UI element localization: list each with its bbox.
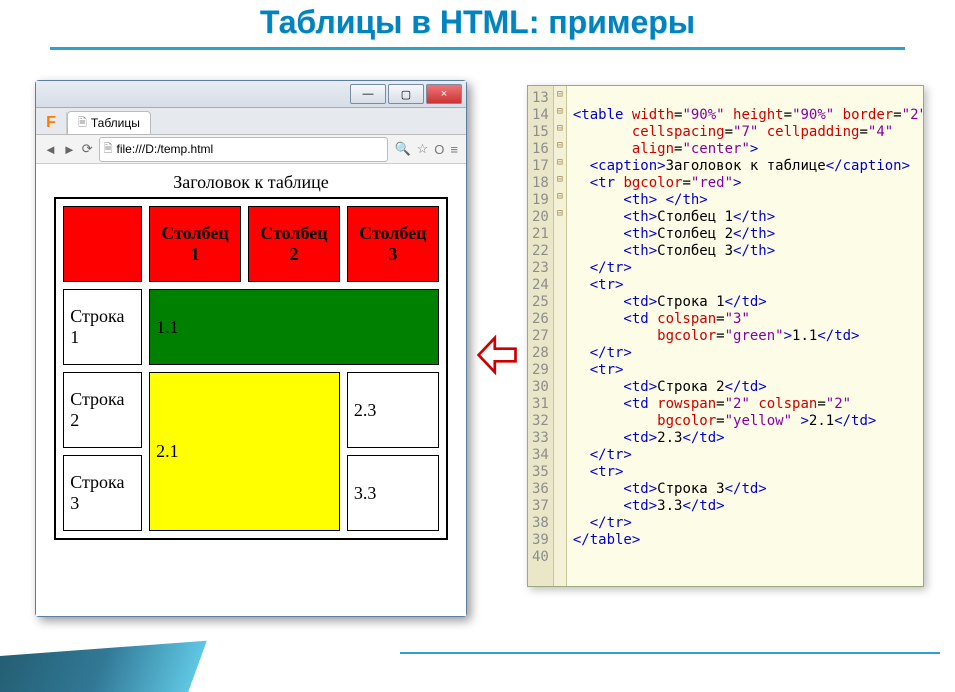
divider	[50, 47, 905, 50]
cell-2-1: 2.1	[149, 372, 340, 531]
header-col2: Столбец 2	[248, 206, 340, 282]
footer-divider	[400, 652, 940, 654]
code-editor: 1314151617181920212223242526272829303132…	[527, 85, 924, 587]
demo-table: Столбец 1 Столбец 2 Столбец 3 Строка 1 1…	[54, 197, 448, 540]
table-row: Строка 2 2.1 2.3	[63, 372, 439, 448]
slide-decoration	[0, 632, 360, 692]
slide-title: Таблицы в HTML: примеры	[0, 0, 955, 41]
header-col3: Столбец 3	[347, 206, 439, 282]
cell-3-3: 3.3	[347, 455, 439, 531]
browser-tabstrip: F 🗎 Таблицы	[36, 108, 466, 135]
row2-label: Строка 2	[63, 372, 142, 448]
browser-tab[interactable]: 🗎 Таблицы	[67, 111, 151, 134]
address-bar: ◄ ► ⟳ 🗎 file:///D:/temp.html 🔍 ☆ O ≡	[36, 135, 466, 164]
code-body: <table width="90%" height="90%" border="…	[567, 86, 923, 586]
fold-column: ⊟⊟⊟⊟⊟⊟⊟⊟	[554, 86, 567, 586]
cell-1-1: 1.1	[149, 289, 439, 365]
table-row: Строка 1 1.1	[63, 289, 439, 365]
file-icon: 🗎	[78, 114, 87, 133]
close-button[interactable]: ×	[426, 84, 462, 104]
line-gutter: 1314151617181920212223242526272829303132…	[528, 86, 554, 586]
url-input[interactable]: 🗎 file:///D:/temp.html	[99, 137, 389, 162]
window-titlebar: — ▢ ×	[36, 81, 466, 108]
menu-icon[interactable]: ≡	[450, 142, 458, 157]
browser-window: — ▢ × F 🗎 Таблицы ◄ ► ⟳ 🗎 file:///D:/tem…	[35, 80, 467, 617]
search-icon[interactable]: 🔍	[394, 141, 410, 157]
header-col1: Столбец 1	[149, 206, 241, 282]
header-empty	[63, 206, 142, 282]
minimize-button[interactable]: —	[350, 84, 386, 104]
rendered-page: Заголовок к таблице Столбец 1 Столбец 2 …	[36, 164, 466, 616]
forward-icon[interactable]: ►	[63, 142, 76, 157]
reload-icon[interactable]: ⟳	[82, 141, 93, 157]
maximize-button[interactable]: ▢	[388, 84, 424, 104]
table-caption: Заголовок к таблице	[46, 172, 456, 193]
star-icon[interactable]: ☆	[417, 141, 429, 157]
row3-label: Строка 3	[63, 455, 142, 531]
row1-label: Строка 1	[63, 289, 142, 365]
url-text: file:///D:/temp.html	[117, 142, 214, 156]
file-icon: 🗎	[104, 140, 113, 159]
cell-2-3: 2.3	[347, 372, 439, 448]
header-row: Столбец 1 Столбец 2 Столбец 3	[63, 206, 439, 282]
opera-icon[interactable]: O	[434, 142, 444, 157]
browser-logo-icon: F	[36, 112, 67, 134]
back-icon[interactable]: ◄	[44, 142, 57, 157]
tab-title: Таблицы	[91, 116, 140, 130]
arrow-left-icon	[475, 330, 520, 380]
